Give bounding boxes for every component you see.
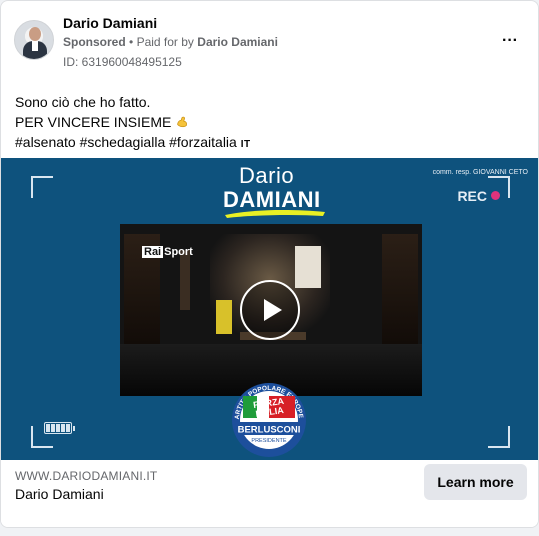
frame-corner-tl [31, 176, 53, 198]
svg-text:BERLUSCONI: BERLUSCONI [238, 425, 301, 436]
rai-sport-logo: Rai Sport [142, 246, 193, 258]
stage-banner-left [180, 250, 190, 310]
rec-indicator: REC [457, 188, 500, 204]
battery-icon [44, 422, 75, 434]
rai-logo-text: Rai [142, 246, 164, 258]
ad-media[interactable]: Dario DAMIANI comm. resp. GIOVANNI CETO … [1, 158, 538, 460]
post-line-1: Sono ciò che ho fatto. [15, 94, 151, 110]
play-button[interactable] [240, 280, 300, 340]
stage-banner-right [295, 246, 321, 288]
battery-bar [56, 424, 60, 432]
responsible-text: comm. resp. GIOVANNI CETO [432, 169, 528, 176]
battery-bar [51, 424, 55, 432]
post-text: Sono ciò che ho fatto. PER VINCERE INSIE… [15, 92, 251, 155]
post-line-2-text: PER VINCERE INSIEME [15, 114, 172, 130]
battery-bar [46, 424, 50, 432]
brand-first-name: Dario [239, 163, 295, 188]
ad-card: Dario Damiani Sponsored • Paid for by Da… [0, 0, 539, 528]
learn-more-button[interactable]: Learn more [424, 464, 527, 500]
rec-dot-icon [491, 191, 500, 200]
post-line-2: PER VINCERE INSIEME [15, 112, 251, 132]
forza-italia-logo: PARTITO POPOLARE EUROPEO FORZA ITALIA BE… [229, 382, 306, 457]
ad-header: Dario Damiani Sponsored • Paid for by Da… [1, 1, 538, 81]
frame-corner-br [488, 426, 510, 448]
theatre-box-right [382, 234, 418, 344]
rec-label: REC [457, 188, 487, 204]
svg-text:PRESIDENTE: PRESIDENTE [251, 438, 286, 444]
paid-for-text: Paid for by [136, 35, 194, 49]
flexed-biceps-icon [177, 116, 188, 128]
payer-name[interactable]: Dario Damiani [197, 35, 278, 49]
stage-yellow-panel [216, 300, 232, 334]
post-line-3: #alsenato #schedagialla #forzaitalia IT [15, 132, 251, 155]
sport-logo-text: Sport [164, 246, 193, 258]
page-name-link[interactable]: Dario Damiani [63, 15, 157, 31]
page-avatar[interactable] [14, 20, 54, 60]
domain-link[interactable]: WWW.DARIODAMIANI.IT [15, 469, 157, 483]
italy-flag-label: IT [240, 139, 251, 150]
sponsored-label: Sponsored [63, 35, 126, 49]
battery-bar [61, 424, 65, 432]
meta-separator: • [129, 35, 134, 49]
hashtags[interactable]: #alsenato #schedagialla #forzaitalia [15, 134, 237, 150]
avatar-head [29, 27, 41, 41]
video-player[interactable]: Rai Sport [120, 224, 422, 396]
avatar-shirt [32, 41, 38, 51]
battery-bar [66, 424, 70, 432]
more-options-icon: ··· [502, 32, 518, 49]
brand-underline-swoosh [225, 210, 325, 218]
ad-footer[interactable]: WWW.DARIODAMIANI.IT Dario Damiani Learn … [1, 460, 538, 527]
more-options-button[interactable]: ··· [496, 27, 524, 55]
footer-title[interactable]: Dario Damiani [15, 486, 104, 502]
ad-id: ID: 631960048495125 [63, 55, 182, 69]
sponsored-line: Sponsored • Paid for by Dario Damiani [63, 35, 278, 49]
play-icon [264, 299, 282, 321]
